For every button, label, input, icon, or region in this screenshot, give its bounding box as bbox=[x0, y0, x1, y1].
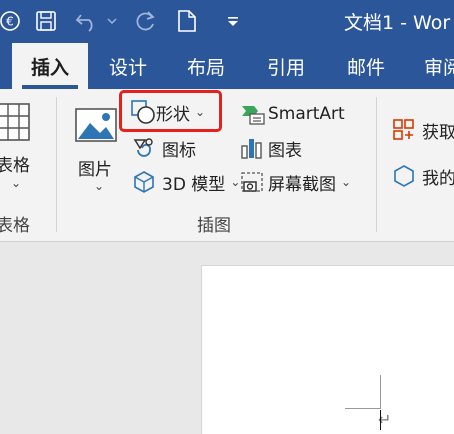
chart-label: 图表 bbox=[268, 140, 302, 161]
coin-icon: € bbox=[0, 11, 20, 31]
smartart-label: SmartArt bbox=[268, 104, 345, 124]
3d-models-button[interactable]: 3D 模型 ⌄ bbox=[132, 167, 240, 197]
tab-layout[interactable]: 布局 bbox=[174, 43, 238, 89]
picture-chevron-icon: ⌄ bbox=[94, 179, 105, 193]
icons-button[interactable]: 图标 bbox=[132, 133, 196, 163]
tab-mailings[interactable]: 邮件 bbox=[334, 43, 398, 89]
redo-icon bbox=[136, 11, 155, 31]
hexagon-icon bbox=[394, 165, 414, 187]
addins-icon bbox=[393, 119, 414, 140]
tables-group-label: 表格 bbox=[0, 216, 30, 236]
picture-label: 图片 bbox=[78, 160, 112, 180]
screenshot-label: 屏幕截图 bbox=[268, 174, 336, 195]
illustrations-group-label: 插图 bbox=[197, 216, 231, 236]
3d-models-chevron-icon: ⌄ bbox=[230, 175, 241, 189]
tab-references[interactable]: 引用 bbox=[254, 43, 318, 89]
table-label: 表格 bbox=[0, 156, 30, 176]
save-button[interactable] bbox=[32, 6, 60, 36]
icons-icon bbox=[133, 138, 153, 157]
margin-guide-horizontal bbox=[345, 408, 380, 409]
shapes-highlight bbox=[119, 90, 222, 132]
screenshot-button[interactable]: 屏幕截图 ⌄ bbox=[240, 167, 351, 197]
screenshot-chevron-icon: ⌄ bbox=[341, 175, 352, 189]
ribbon-tabs: 插入 设计 布局 引用 邮件 审阅 bbox=[0, 43, 454, 89]
tab-insert[interactable]: 插入 bbox=[12, 43, 88, 89]
save-icon bbox=[36, 11, 56, 31]
separator bbox=[56, 97, 57, 232]
smartart-icon bbox=[242, 106, 265, 125]
get-addins-button[interactable]: 获取 bbox=[392, 115, 454, 145]
svg-text:€: € bbox=[6, 15, 14, 29]
bar-chart-icon bbox=[241, 139, 262, 159]
undo-icon bbox=[75, 14, 117, 32]
redo-button[interactable] bbox=[130, 6, 160, 36]
autosave-button[interactable]: € bbox=[0, 6, 24, 36]
tab-design[interactable]: 设计 bbox=[96, 43, 160, 89]
3d-models-label: 3D 模型 bbox=[162, 174, 226, 195]
margin-guide-vertical bbox=[380, 375, 381, 409]
text-cursor bbox=[380, 410, 381, 430]
document-page[interactable] bbox=[201, 265, 454, 434]
camera-icon bbox=[241, 172, 263, 192]
my-addins-label: 我的 bbox=[422, 168, 454, 189]
ribbon: 表格 ⌄ 表格 图片 ⌄ 形状 ⌄ 图标 3D 模型 ⌄ SmartArt 图表… bbox=[0, 89, 454, 242]
get-addins-label: 获取 bbox=[422, 122, 454, 143]
table-button[interactable]: 表格 ⌄ bbox=[0, 103, 38, 193]
new-document-icon bbox=[178, 10, 196, 32]
dropdown-icon bbox=[228, 17, 238, 26]
separator bbox=[376, 97, 377, 232]
tab-review[interactable]: 审阅 bbox=[418, 43, 454, 89]
document-title: 文档1 - Wor bbox=[344, 12, 451, 34]
undo-button[interactable] bbox=[74, 6, 120, 36]
chart-button[interactable]: 图表 bbox=[240, 133, 302, 163]
customize-toolbar-button[interactable] bbox=[222, 6, 244, 36]
picture-icon bbox=[75, 108, 117, 142]
my-addins-button[interactable]: 我的 bbox=[392, 161, 454, 191]
picture-button[interactable]: 图片 ⌄ bbox=[72, 103, 122, 203]
icons-label: 图标 bbox=[162, 140, 196, 161]
smartart-button[interactable]: SmartArt bbox=[240, 99, 345, 129]
cube-icon bbox=[134, 171, 154, 193]
title-bar: € 文档1 - Wor bbox=[0, 0, 454, 43]
new-document-button[interactable] bbox=[174, 6, 200, 36]
table-icon bbox=[0, 103, 30, 141]
table-chevron-icon: ⌄ bbox=[11, 176, 22, 190]
